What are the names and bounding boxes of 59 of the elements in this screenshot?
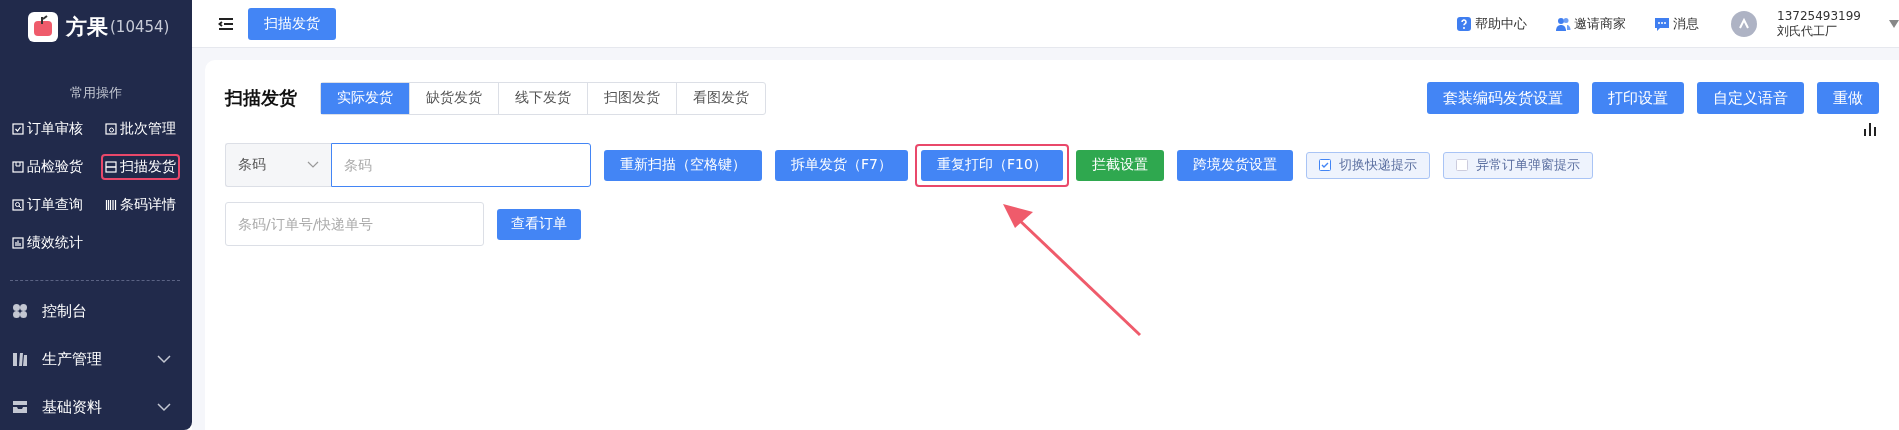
barcode-icon [105, 199, 117, 211]
view-order-button[interactable]: 查看订单 [497, 208, 581, 240]
grid-icon [12, 303, 28, 319]
quick-action[interactable]: 绩效统计 [8, 230, 87, 256]
books-icon [12, 351, 28, 367]
tab[interactable]: 实际发货 [321, 82, 410, 114]
menu-item[interactable]: 控制台 [0, 287, 192, 335]
menu-item[interactable]: 基础资料 [0, 383, 192, 430]
scan-field[interactable]: 条码 [331, 143, 591, 187]
tab[interactable]: 看图发货 [677, 82, 765, 114]
header-button[interactable]: 自定义语音 [1697, 82, 1804, 114]
quick-action[interactable]: 批次管理 [101, 116, 180, 142]
search-document-icon [12, 199, 24, 211]
tab[interactable]: 扫图发货 [588, 82, 677, 114]
order-search-field[interactable]: 条码/订单号/快递单号 [225, 202, 484, 246]
brand-name: 方果 [66, 14, 108, 41]
checkbox-icon [12, 123, 24, 135]
inbox-icon [12, 399, 28, 415]
action-button[interactable]: 拆单发货（F7） [775, 149, 908, 181]
header-button[interactable]: 套装编码发货设置 [1427, 82, 1579, 114]
account-count: (10454) [110, 18, 170, 36]
page-title: 扫描发货 [225, 86, 298, 110]
caret-icon[interactable] [1889, 19, 1899, 28]
tab[interactable]: 线下发货 [499, 82, 588, 114]
top-link[interactable]: 消息 [1654, 14, 1699, 33]
chevron-down-icon [156, 402, 172, 412]
user-phone: 13725493199 [1777, 8, 1861, 24]
bar-chart-icon[interactable] [1863, 122, 1877, 136]
checkbox[interactable]: 异常订单弹窗提示 [1442, 151, 1593, 179]
quick-action[interactable]: 订单审核 [8, 116, 87, 142]
clipboard-icon [12, 161, 24, 173]
page-tab[interactable]: 扫描发货 [248, 7, 336, 40]
action-button[interactable]: 重复打印（F10） [920, 149, 1063, 181]
top-link[interactable]: 邀请商家 [1555, 14, 1626, 33]
quick-action[interactable]: 扫描发货 [101, 154, 180, 180]
quick-action[interactable]: 订单查询 [8, 192, 87, 218]
quick-action[interactable]: 品检验货 [8, 154, 87, 180]
document-icon [105, 123, 117, 135]
tab[interactable]: 缺货发货 [410, 82, 499, 114]
chart-icon [12, 237, 24, 249]
checkbox[interactable]: 切换快递提示 [1305, 151, 1430, 179]
header-button[interactable]: 重做 [1817, 82, 1879, 114]
message-icon [1654, 15, 1670, 32]
help-icon [1456, 15, 1472, 32]
users-icon [1555, 15, 1571, 32]
header-button[interactable]: 打印设置 [1592, 82, 1684, 114]
section-title: 常用操作 [69, 84, 123, 102]
user-company: 刘氏代工厂 [1777, 23, 1838, 39]
menu-item[interactable]: 生产管理 [0, 335, 192, 383]
action-button[interactable]: 重新扫描（空格键） [604, 149, 762, 181]
top-link[interactable]: 帮助中心 [1456, 14, 1527, 33]
apple-logo-icon [28, 12, 58, 42]
chevron-down-icon [156, 354, 172, 364]
scan-icon [105, 161, 117, 173]
chevron-down-icon [307, 161, 319, 169]
quick-action[interactable]: 条码详情 [101, 192, 180, 218]
type-select[interactable]: 条码 [225, 143, 331, 187]
menu-icon[interactable] [218, 16, 234, 31]
action-button[interactable]: 跨境发货设置 [1176, 149, 1293, 181]
